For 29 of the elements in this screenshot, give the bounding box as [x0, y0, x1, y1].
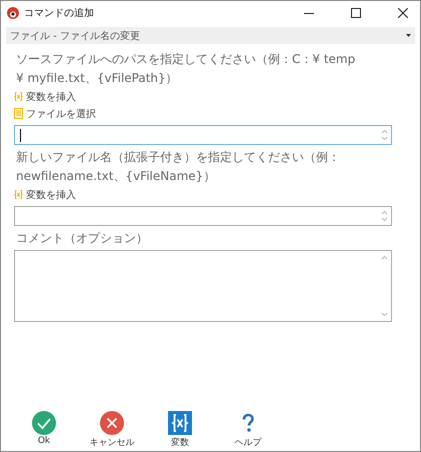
- field-action-link[interactable]: 変数を挿入: [14, 88, 392, 105]
- text-field[interactable]: [14, 250, 392, 322]
- field-action-link[interactable]: 変数を挿入: [14, 186, 392, 203]
- field-label: 新しいファイル名（拡張子付き）を指定してください（例：newfilename.txt、{vFileName}）: [15, 149, 341, 185]
- action-dropdown[interactable]: ファイル - ファイル名の変更: [6, 27, 415, 44]
- field-label: コメント（オプション）: [15, 230, 149, 247]
- check-icon: [32, 411, 56, 435]
- caret-icon: [406, 34, 411, 37]
- scroll-up-icon[interactable]: [381, 255, 388, 260]
- close-icon[interactable]: [398, 8, 408, 18]
- variable-icon: [168, 411, 192, 435]
- window-title: コマンドの追加: [24, 6, 94, 20]
- variable-icon: [14, 190, 23, 199]
- app-logo-icon: [7, 7, 19, 19]
- scroll-down-icon[interactable]: [381, 312, 388, 317]
- text-field[interactable]: [14, 125, 392, 145]
- help-button[interactable]: ヘルプ: [224, 411, 272, 449]
- scroll-arrows-icon[interactable]: [381, 129, 388, 141]
- variables-button[interactable]: 変数: [156, 411, 204, 449]
- scroll-arrows-icon[interactable]: [381, 210, 388, 222]
- field-label: ソースファイルへのパスを指定してください（例：C：¥ temp ¥ myfile.txt、{vFilePath}）: [15, 51, 356, 87]
- cross-icon: [100, 411, 124, 435]
- document-icon: [14, 108, 23, 119]
- field-action-link[interactable]: ファイルを選択: [14, 105, 392, 122]
- maximize-icon[interactable]: [351, 8, 361, 18]
- ok-button[interactable]: Ok: [20, 411, 68, 449]
- text-field[interactable]: [14, 206, 392, 226]
- variable-icon: [14, 92, 23, 101]
- cancel-button[interactable]: キャンセル: [88, 411, 136, 449]
